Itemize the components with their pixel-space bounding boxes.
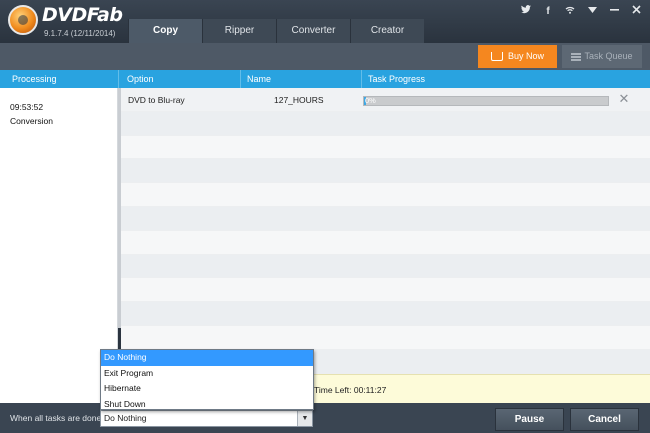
dropdown-option-shut-down[interactable]: Shut Down	[101, 397, 313, 413]
minimize-icon[interactable]	[604, 4, 624, 20]
wifi-icon[interactable]	[560, 4, 580, 20]
dropdown-option-hibernate[interactable]: Hibernate	[101, 381, 313, 397]
column-divider	[118, 70, 119, 88]
col-task-progress: Task Progress	[368, 74, 426, 84]
remove-task-icon[interactable]: ✕	[617, 92, 631, 106]
buy-now-label: Buy Now	[507, 51, 544, 61]
task-queue-label: Task Queue	[584, 51, 633, 61]
table-row	[121, 278, 650, 303]
tab-converter[interactable]: Converter	[276, 19, 350, 43]
progress-percent: 0%	[365, 96, 376, 105]
when-done-select[interactable]: Do Nothing ▼	[100, 410, 313, 427]
chevron-down-icon[interactable]: ▼	[297, 411, 312, 426]
col-name: Name	[247, 74, 272, 84]
facebook-icon[interactable]: f	[538, 4, 558, 20]
column-divider	[361, 70, 362, 88]
table-row	[121, 230, 650, 255]
processing-label: Conversion	[10, 116, 53, 126]
tab-ripper[interactable]: Ripper	[202, 19, 276, 43]
when-done-label: When all tasks are done:	[10, 413, 104, 423]
bottom-bar: When all tasks are done: Do Nothing ▼ Pa…	[0, 403, 650, 433]
task-progress-bar: 0%	[363, 96, 609, 106]
tab-copy[interactable]: Copy	[128, 19, 202, 43]
task-option: DVD to Blu-ray	[128, 95, 185, 105]
table-row	[121, 206, 650, 231]
table-row[interactable]: DVD to Blu-ray 127_HOURS 0% ✕	[121, 88, 650, 112]
cancel-button[interactable]: Cancel	[570, 408, 639, 431]
close-icon[interactable]	[626, 4, 646, 20]
app-version: 9.1.7.4 (12/11/2014)	[44, 29, 116, 38]
dropdown-option-exit-program[interactable]: Exit Program	[101, 366, 313, 382]
table-row	[121, 111, 650, 136]
column-divider	[240, 70, 241, 88]
task-queue-button[interactable]: Task Queue	[562, 45, 642, 68]
processing-time: 09:53:52	[10, 102, 44, 112]
buy-now-button[interactable]: Buy Now	[478, 45, 557, 68]
table-row	[121, 325, 650, 350]
list-icon	[571, 52, 582, 61]
when-done-dropdown: Do Nothing Exit Program Hibernate Shut D…	[100, 349, 314, 410]
time-left: Time Left: 00:11:27	[314, 385, 387, 395]
window-controls: f	[516, 4, 646, 20]
table-row	[121, 302, 650, 326]
twitter-icon[interactable]	[516, 4, 536, 20]
dropdown-option-do-nothing[interactable]: Do Nothing	[101, 350, 313, 366]
table-row	[121, 254, 650, 279]
toolbar: Buy Now Task Queue	[0, 43, 650, 70]
table-row	[121, 183, 650, 207]
pause-button[interactable]: Pause	[495, 408, 564, 431]
brand-name: DVDFab	[42, 4, 123, 26]
column-header: Processing Option Name Task Progress	[0, 70, 650, 88]
menu-down-icon[interactable]	[582, 4, 602, 20]
col-option: Option	[127, 74, 154, 84]
table-row	[121, 135, 650, 160]
main-tabs: Copy Ripper Converter Creator	[128, 19, 424, 43]
when-done-value: Do Nothing	[104, 413, 147, 423]
dvdfab-logo-icon	[8, 5, 38, 35]
title-bar: DVDFab 9.1.7.4 (12/11/2014) Copy Ripper …	[0, 0, 650, 43]
table-row	[121, 159, 650, 184]
task-name: 127_HOURS	[274, 95, 324, 105]
task-list: DVD to Blu-ray 127_HOURS 0% ✕	[121, 88, 650, 374]
cart-icon	[490, 52, 503, 62]
tab-creator[interactable]: Creator	[350, 19, 424, 43]
col-processing: Processing	[12, 74, 57, 84]
